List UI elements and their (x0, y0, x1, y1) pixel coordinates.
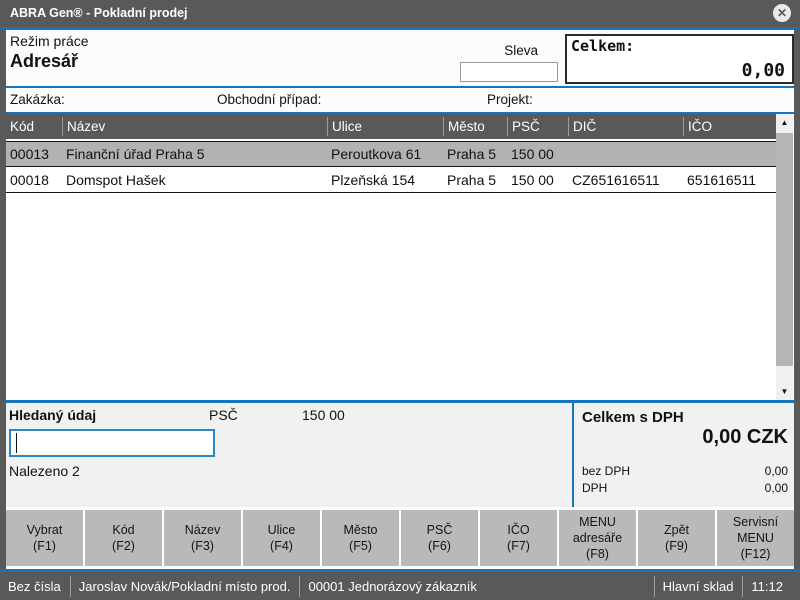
result-count: Nalezeno 2 (9, 463, 80, 479)
cell-ulice: Plzeňská 154 (327, 172, 443, 188)
column-header-psc[interactable]: PSČ (507, 117, 568, 136)
mode-label: Režim práce (10, 33, 89, 49)
project-label: Projekt: (487, 92, 533, 107)
button-vybrat-f1[interactable]: Vybrat (F1) (6, 510, 83, 566)
mode-panel: Režim práce Adresář Sleva Celkem: 0,00 (6, 30, 794, 86)
column-header-nazev[interactable]: Název (62, 117, 327, 136)
search-field-value: 150 00 (302, 407, 345, 423)
totals-title: Celkem s DPH (582, 409, 684, 426)
cell-nazev: Domspot Hašek (62, 172, 327, 188)
scrollbar-thumb[interactable] (776, 133, 793, 366)
button-mesto-f5[interactable]: Město (F5) (322, 510, 399, 566)
business-case-label: Obchodní případ: (217, 92, 321, 107)
button-ico-f7[interactable]: IČO (F7) (480, 510, 557, 566)
status-warehouse: Hlavní sklad (654, 576, 743, 597)
column-header-mesto[interactable]: Město (443, 117, 507, 136)
search-totals-panel: Hledaný údaj Nalezeno 2 PSČ 150 00 Celke… (6, 403, 794, 507)
status-bar: Bez čísla Jaroslav Novák/Pokladní místo … (0, 572, 800, 600)
title-bar: ABRA Gen® - Pokladní prodej (0, 0, 800, 27)
total-label: Celkem: (571, 37, 634, 55)
close-icon[interactable]: ✕ (773, 4, 791, 22)
discount-input[interactable] (460, 62, 558, 82)
cell-kod: 00018 (6, 172, 62, 188)
column-header-kod[interactable]: Kód (6, 117, 62, 136)
table-row[interactable]: 00018 Domspot Hašek Plzeňská 154 Praha 5… (6, 167, 776, 193)
cell-psc: 150 00 (507, 172, 568, 188)
context-row: Zakázka: Obchodní případ: Projekt: (6, 88, 794, 112)
discount-label: Sleva (454, 43, 538, 58)
totals-net-row: bez DPH 0,00 (582, 464, 788, 478)
button-menu-adresare-f8[interactable]: MENU adresáře (F8) (559, 510, 636, 566)
order-label: Zakázka: (10, 92, 65, 107)
totals-divider-line (572, 403, 574, 507)
cell-dic: CZ651616511 (568, 172, 683, 188)
scroll-down-icon[interactable]: ▼ (776, 383, 793, 400)
column-header-ico[interactable]: IČO (683, 117, 776, 136)
status-document-number: Bez čísla (8, 576, 70, 597)
total-box: Celkem: 0,00 (565, 34, 794, 84)
cell-kod: 00013 (6, 146, 62, 162)
net-label: bez DPH (582, 464, 630, 478)
cell-psc: 150 00 (507, 146, 568, 162)
function-button-bar: Vybrat (F1) Kód (F2) Název (F3) Ulice (F… (6, 507, 794, 569)
status-customer: 00001 Jednorázový zákazník (299, 576, 485, 597)
button-servisni-menu-f12[interactable]: Servisní MENU (F12) (717, 510, 794, 566)
cell-mesto: Praha 5 (443, 172, 507, 188)
window-border-right (794, 30, 800, 569)
button-zpet-f9[interactable]: Zpět (F9) (638, 510, 715, 566)
totals-grand-total: 0,00 CZK (702, 426, 788, 449)
button-ulice-f4[interactable]: Ulice (F4) (243, 510, 320, 566)
totals-vat-row: DPH 0,00 (582, 481, 788, 495)
search-label: Hledaný údaj (9, 407, 96, 423)
column-header-ulice[interactable]: Ulice (327, 117, 443, 136)
vat-label: DPH (582, 481, 607, 495)
cell-mesto: Praha 5 (443, 146, 507, 162)
search-field-label: PSČ (209, 407, 238, 423)
status-time: 11:12 (742, 576, 792, 597)
button-psc-f6[interactable]: PSČ (F6) (401, 510, 478, 566)
button-kod-f2[interactable]: Kód (F2) (85, 510, 162, 566)
search-input[interactable] (9, 429, 215, 457)
net-value: 0,00 (765, 464, 788, 478)
total-value: 0,00 (742, 60, 785, 81)
vat-value: 0,00 (765, 481, 788, 495)
text-caret (16, 433, 17, 453)
app-window: ABRA Gen® - Pokladní prodej ✕ Režim prác… (0, 0, 800, 600)
vertical-scrollbar[interactable]: ▲ ▼ (776, 114, 793, 400)
button-nazev-f3[interactable]: Název (F3) (164, 510, 241, 566)
cell-nazev: Finanční úřad Praha 5 (62, 146, 327, 162)
scroll-up-icon[interactable]: ▲ (776, 114, 793, 131)
column-header-dic[interactable]: DIČ (568, 117, 683, 136)
table-row-selected[interactable]: 00013 Finanční úřad Praha 5 Peroutkova 6… (6, 141, 776, 167)
cell-ico: 651616511 (683, 172, 776, 188)
mode-value: Adresář (10, 51, 78, 72)
status-operator: Jaroslav Novák/Pokladní místo prod. (70, 576, 300, 597)
window-title: ABRA Gen® - Pokladní prodej (10, 6, 188, 20)
cell-ulice: Peroutkova 61 (327, 146, 443, 162)
table-header: Kód Název Ulice Město PSČ DIČ IČO (6, 114, 776, 139)
